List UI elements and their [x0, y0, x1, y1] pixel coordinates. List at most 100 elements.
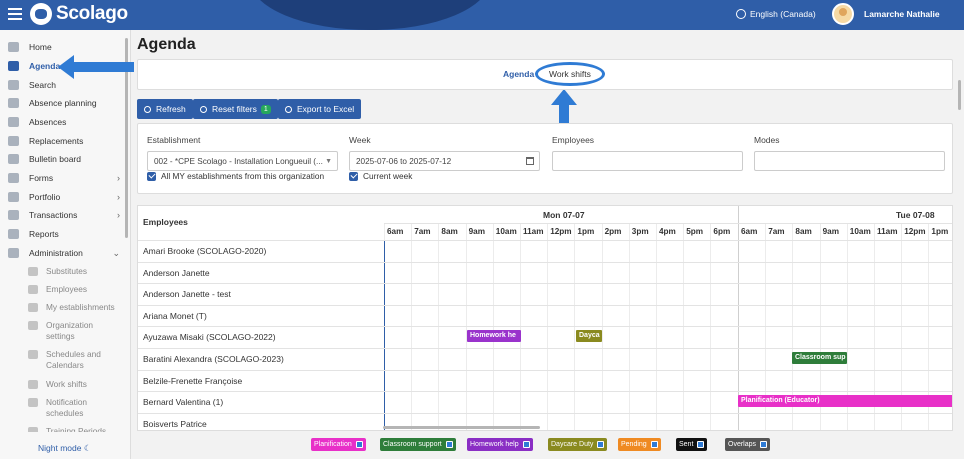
sidebar-item-bulletin-board[interactable]: Bulletin board: [0, 150, 128, 168]
user-menu[interactable]: Lamarche Nathalie: [832, 3, 940, 25]
sidebar-item-absence-planning[interactable]: Absence planning: [0, 94, 128, 112]
sidebar-item-absences[interactable]: Absences: [0, 113, 128, 131]
sidebar-item-forms[interactable]: Forms ›: [0, 169, 128, 187]
modes-input[interactable]: [754, 151, 945, 171]
employee-name[interactable]: Amari Brooke (SCOLAGO-2020): [143, 246, 266, 256]
hour-gridline: [438, 224, 440, 430]
row-divider: [138, 261, 952, 263]
sidebar-subitem-employees[interactable]: Employees: [0, 284, 128, 295]
employee-name[interactable]: Belzile-Frenette Françoise: [143, 376, 242, 386]
sidebar-subitem-label: Schedules and Calendars: [46, 349, 101, 370]
checkbox-icon: [697, 441, 705, 448]
sidebar-item-administration[interactable]: Administration ⌄: [0, 244, 128, 262]
legend-label: Daycare Duty: [551, 441, 594, 448]
menu-item-icon: [28, 285, 38, 294]
legend-toggle-daycare-duty[interactable]: Daycare Duty: [548, 438, 608, 451]
legend-toggle-overlaps[interactable]: Overlaps: [725, 438, 771, 451]
user-name: Lamarche Nathalie: [864, 9, 940, 19]
shift-event[interactable]: Homework he: [467, 330, 521, 343]
day-header: Tue 07-08: [896, 210, 935, 220]
employee-name[interactable]: Baratini Alexandra (SCOLAGO-2023): [143, 354, 284, 364]
hour-header: 2pm: [604, 227, 622, 236]
sidebar-subitem-label: My establishments: [46, 302, 115, 312]
legend-label: Sent: [679, 441, 694, 448]
hour-header: 11am: [877, 227, 898, 236]
legend-label: Classroom support: [383, 441, 442, 448]
sidebar-item-label: Reports: [29, 229, 59, 239]
employee-name[interactable]: Ariana Monet (T): [143, 311, 207, 321]
page-scrollbar[interactable]: [958, 80, 961, 110]
sidebar-item-home[interactable]: Home: [0, 38, 128, 56]
sidebar-item-portfolio[interactable]: Portfolio ›: [0, 188, 128, 206]
sidebar-item-label: Absence planning: [29, 98, 97, 108]
employee-name[interactable]: Bernard Valentina (1): [143, 397, 223, 407]
chevron-right-icon: ›: [117, 173, 120, 183]
day-header: Mon 07-07: [543, 210, 585, 220]
employees-input[interactable]: [552, 151, 743, 171]
page-title: Agenda: [137, 36, 196, 53]
all-establishments-label: All MY establishments from this organiza…: [161, 171, 325, 181]
legend-toggle-pending[interactable]: Pending: [618, 438, 661, 451]
sidebar-subitem-schedules-and-calendars[interactable]: Schedules and Calendars: [0, 349, 128, 371]
tab-agenda[interactable]: Agenda: [503, 69, 534, 79]
horizontal-scrollbar[interactable]: [383, 426, 540, 429]
employee-name[interactable]: Anderson Janette: [143, 268, 210, 278]
shift-event[interactable]: Planification (Educator): [738, 395, 952, 408]
home-icon: [8, 42, 19, 52]
employee-name[interactable]: Boisverts Patrice: [143, 419, 207, 429]
employee-name[interactable]: Anderson Janette - test: [143, 289, 231, 299]
legend-toggle-planification[interactable]: Planification: [311, 438, 366, 451]
night-mode-toggle[interactable]: Night mode ☾: [38, 443, 91, 454]
employee-name[interactable]: Ayuzawa Misaki (SCOLAGO-2022): [143, 332, 276, 342]
sidebar-item-replacements[interactable]: Replacements: [0, 132, 128, 150]
sidebar-item-label: Portfolio: [29, 192, 61, 202]
sidebar-subitem-substitutes[interactable]: Substitutes: [0, 266, 128, 277]
folder-icon: [8, 173, 19, 183]
sidebar-subitem-my-establishments[interactable]: My establishments: [0, 302, 128, 313]
app-name: Scolago: [56, 3, 128, 24]
sidebar-item-transactions[interactable]: Transactions ›: [0, 206, 128, 224]
legend-toggle-homework-help[interactable]: Homework help: [467, 438, 533, 451]
credit-card-icon: [8, 210, 19, 220]
legend-toggle-sent[interactable]: Sent: [676, 438, 708, 451]
app-logo[interactable]: Scolago: [30, 3, 128, 25]
refresh-button[interactable]: Refresh: [137, 99, 193, 119]
sidebar-item-label: Search: [29, 80, 56, 90]
legend-label: Homework help: [470, 441, 519, 448]
sidebar-subitem-training-periods[interactable]: Training Periods: [0, 426, 128, 432]
sidebar-subitem-notification-schedules[interactable]: Notification schedules: [0, 397, 128, 419]
row-divider: [138, 326, 952, 328]
sidebar-item-reports[interactable]: Reports: [0, 225, 128, 243]
hour-gridline: [547, 224, 549, 430]
week-input[interactable]: 2025-07-06 to 2025-07-12: [349, 151, 540, 171]
language-selector[interactable]: English (Canada): [736, 9, 816, 19]
sidebar-subitem-work-shifts[interactable]: Work shifts: [0, 379, 128, 390]
establishment-select[interactable]: 002 - *CPE Scolago - Installation Longue…: [147, 151, 338, 171]
checkbox-icon: [349, 171, 358, 181]
hour-header: 1pm: [931, 227, 949, 236]
legend-label: Planification: [314, 441, 352, 448]
shift-event[interactable]: Classroom sup: [792, 352, 847, 364]
hour-gridline: [683, 224, 685, 430]
shift-event[interactable]: Dayca: [576, 330, 602, 343]
header-decoration: [250, 0, 490, 30]
sidebar-subitem-label: Employees: [46, 284, 88, 294]
all-establishments-checkbox[interactable]: All MY establishments from this organiza…: [147, 171, 324, 181]
row-divider: [138, 283, 952, 285]
avatar: [832, 3, 854, 25]
menu-icon[interactable]: [8, 8, 22, 20]
board-icon: [8, 154, 19, 164]
week-label: Week: [349, 135, 371, 145]
hour-header: 9am: [468, 227, 485, 236]
sidebar-subitem-organization-settings[interactable]: Organization settings: [0, 320, 128, 342]
row-divider: [138, 412, 952, 414]
reset-filters-button[interactable]: Reset filters 1: [193, 99, 278, 119]
legend-toggle-classroom-support[interactable]: Classroom support: [380, 438, 456, 451]
employees-column-header: Employees: [143, 217, 188, 227]
current-week-checkbox[interactable]: Current week: [349, 171, 412, 181]
hour-gridline: [601, 224, 603, 430]
swap-icon: [8, 136, 19, 146]
export-excel-button[interactable]: Export to Excel: [278, 99, 362, 119]
establishment-label: Establishment: [147, 135, 201, 145]
hour-header: 11am: [523, 227, 544, 236]
